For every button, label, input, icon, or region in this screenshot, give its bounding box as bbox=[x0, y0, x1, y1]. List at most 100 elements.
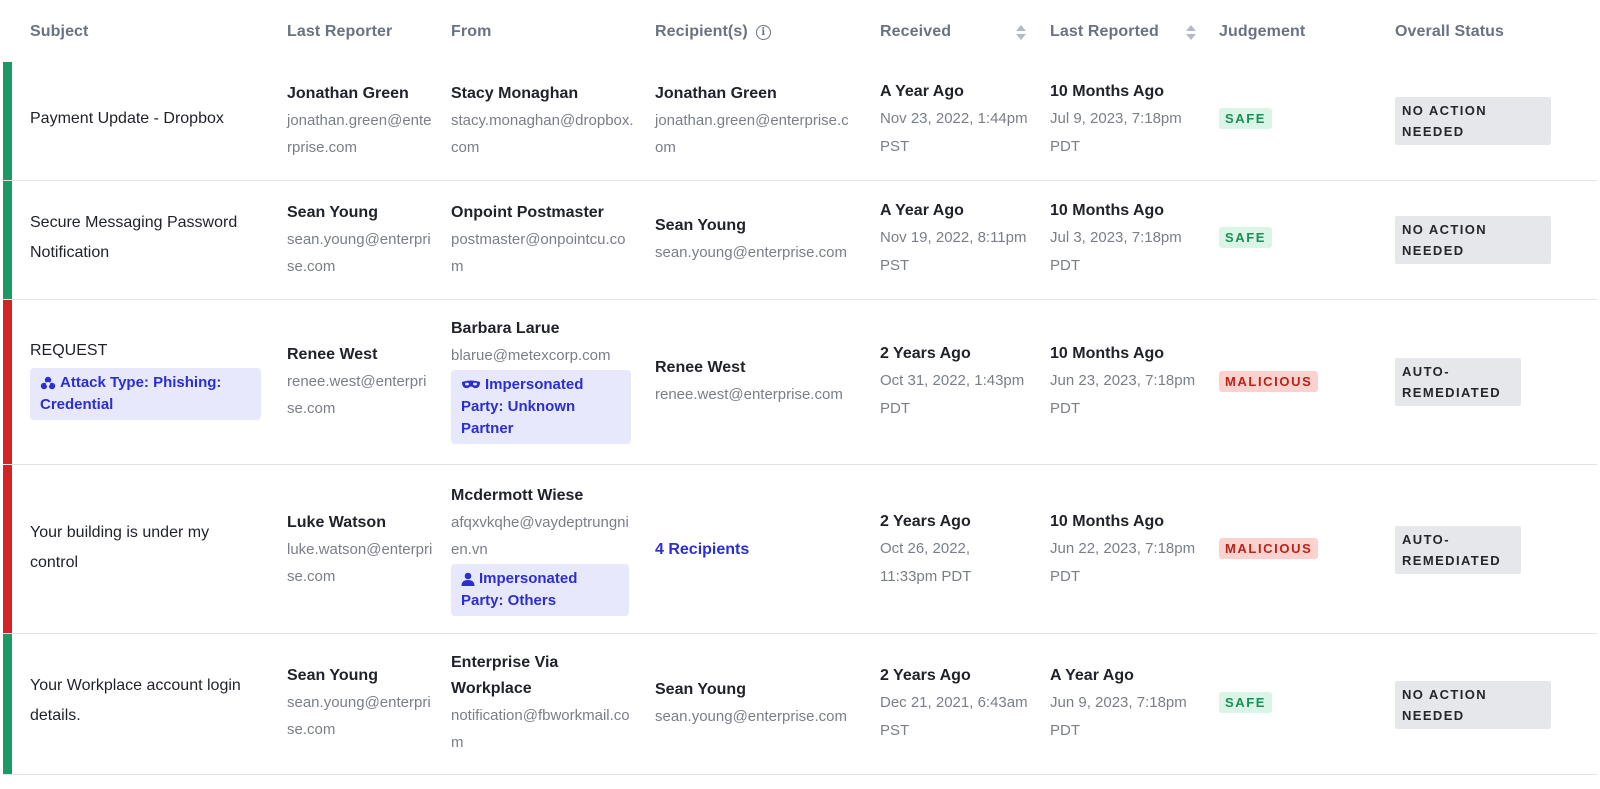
received-timestamp: Oct 31, 2022, 1:43pm PDT bbox=[880, 372, 1025, 417]
reporter-name: Sean Young bbox=[287, 667, 378, 684]
table-row[interactable]: REQUEST Attack Type: Phishing: Credentia… bbox=[3, 300, 1597, 465]
sort-icon[interactable] bbox=[1186, 25, 1196, 40]
table-row[interactable]: Your Workplace account login details. Se… bbox=[3, 634, 1597, 775]
last-reported-timestamp: Jul 9, 2023, 7:18pm PDT bbox=[1050, 110, 1182, 155]
recipient-email: sean.young@enterprise.com bbox=[655, 244, 847, 261]
last-reported-relative: A Year Ago bbox=[1050, 667, 1134, 684]
column-header-last-reported[interactable]: Last Reported bbox=[1050, 2, 1200, 62]
overall-status-badge: AUTO-REMEDIATED bbox=[1395, 526, 1521, 574]
column-header-from-label: From bbox=[451, 23, 492, 40]
overall-status-badge: NO ACTION NEEDED bbox=[1395, 97, 1551, 145]
reported-emails-table: Subject Last Reporter From Recipient(s) … bbox=[3, 2, 1597, 775]
column-header-judgement-label: Judgement bbox=[1219, 23, 1306, 40]
last-reported-timestamp: Jun 9, 2023, 7:18pm PDT bbox=[1050, 694, 1187, 739]
sender-name: Barbara Larue bbox=[451, 320, 560, 337]
status-color-bar bbox=[3, 300, 12, 464]
column-header-last-reporter-label: Last Reporter bbox=[287, 23, 393, 40]
judgement-badge: SAFE bbox=[1219, 108, 1273, 129]
recipient-name: Sean Young bbox=[655, 681, 746, 698]
recipients-link[interactable]: 4 Recipients bbox=[655, 541, 749, 559]
sender-email: blarue@metexcorp.com bbox=[451, 347, 611, 364]
sender-email: notification@fbworkmail.com bbox=[451, 707, 630, 751]
column-header-subject-label: Subject bbox=[30, 23, 89, 40]
status-color-bar bbox=[3, 181, 12, 299]
last-reported-relative: 10 Months Ago bbox=[1050, 83, 1165, 100]
sender-email: afqxvkqhe@vaydeptrungnien.vn bbox=[451, 514, 629, 558]
last-reported-relative: 10 Months Ago bbox=[1050, 345, 1165, 362]
row-subject[interactable]: Payment Update - Dropbox bbox=[30, 104, 260, 134]
received-timestamp: Nov 23, 2022, 1:44pm PST bbox=[880, 110, 1028, 155]
column-header-received[interactable]: Received bbox=[880, 2, 1030, 62]
table-row[interactable]: Payment Update - Dropbox Jonathan Green … bbox=[3, 62, 1597, 181]
recipient-email: renee.west@enterprise.com bbox=[655, 386, 843, 403]
last-reported-timestamp: Jun 22, 2023, 7:18pm PDT bbox=[1050, 540, 1196, 585]
table-row[interactable]: Your building is under my control Luke W… bbox=[3, 465, 1597, 634]
status-color-bar bbox=[3, 634, 12, 774]
last-reported-timestamp: Jul 3, 2023, 7:18pm PDT bbox=[1050, 229, 1182, 274]
reporter-name: Sean Young bbox=[287, 204, 378, 221]
received-relative: A Year Ago bbox=[880, 202, 964, 219]
last-reported-timestamp: Jun 23, 2023, 7:18pm PDT bbox=[1050, 372, 1196, 417]
judgement-badge: SAFE bbox=[1219, 692, 1273, 713]
column-header-subject[interactable]: Subject bbox=[30, 2, 89, 62]
mask-icon bbox=[462, 380, 480, 389]
attack-type-label: Attack Type: Phishing: Credential bbox=[40, 374, 222, 413]
received-relative: 2 Years Ago bbox=[880, 345, 971, 362]
reporter-name: Luke Watson bbox=[287, 514, 386, 531]
reporter-email: renee.west@enterprise.com bbox=[287, 373, 427, 417]
person-icon bbox=[461, 572, 475, 587]
column-header-overall-status-label: Overall Status bbox=[1395, 23, 1505, 40]
recipient-email: sean.young@enterprise.com bbox=[655, 708, 847, 725]
status-color-bar bbox=[3, 465, 12, 633]
column-header-recipients[interactable]: Recipient(s) i bbox=[655, 2, 771, 62]
reporter-email: sean.young@enterprise.com bbox=[287, 231, 431, 275]
table-row[interactable]: Secure Messaging Password Notification S… bbox=[3, 181, 1597, 300]
attack-type-tag[interactable]: Attack Type: Phishing: Credential bbox=[30, 368, 261, 420]
overall-status-badge: NO ACTION NEEDED bbox=[1395, 216, 1551, 264]
overall-status-badge: NO ACTION NEEDED bbox=[1395, 681, 1551, 729]
recipient-name: Sean Young bbox=[655, 217, 746, 234]
status-color-bar bbox=[3, 62, 12, 180]
sender-name: Enterprise Via Workplace bbox=[451, 654, 559, 697]
table-header: Subject Last Reporter From Recipient(s) … bbox=[3, 2, 1597, 63]
judgement-badge: MALICIOUS bbox=[1219, 538, 1319, 559]
received-timestamp: Nov 19, 2022, 8:11pm PST bbox=[880, 229, 1027, 274]
sender-email: stacy.monaghan@dropbox.com bbox=[451, 112, 634, 156]
sender-email: postmaster@onpointcu.com bbox=[451, 231, 626, 275]
judgement-badge: SAFE bbox=[1219, 227, 1273, 248]
judgement-badge: MALICIOUS bbox=[1219, 371, 1319, 392]
received-relative: A Year Ago bbox=[880, 83, 964, 100]
row-subject[interactable]: REQUEST bbox=[30, 336, 261, 366]
column-header-from[interactable]: From bbox=[451, 2, 491, 62]
received-relative: 2 Years Ago bbox=[880, 513, 971, 530]
reporter-name: Renee West bbox=[287, 346, 378, 363]
sender-name: Onpoint Postmaster bbox=[451, 204, 604, 221]
impersonated-party-label: Impersonated Party: Others bbox=[461, 570, 578, 609]
column-header-judgement[interactable]: Judgement bbox=[1219, 2, 1305, 62]
last-reported-relative: 10 Months Ago bbox=[1050, 513, 1165, 530]
reporter-name: Jonathan Green bbox=[287, 85, 409, 102]
recipient-name: Jonathan Green bbox=[655, 85, 777, 102]
row-subject[interactable]: Your Workplace account login details. bbox=[30, 671, 266, 731]
last-reported-relative: 10 Months Ago bbox=[1050, 202, 1165, 219]
received-timestamp: Dec 21, 2021, 6:43am PST bbox=[880, 694, 1028, 739]
column-header-overall-status[interactable]: Overall Status bbox=[1395, 2, 1504, 62]
impersonated-party-tag[interactable]: Impersonated Party: Others bbox=[451, 564, 629, 616]
sort-icon[interactable] bbox=[1016, 25, 1026, 40]
received-timestamp: Oct 26, 2022, 11:33pm PDT bbox=[880, 540, 972, 585]
column-header-recipients-label: Recipient(s) bbox=[655, 23, 748, 40]
column-header-last-reporter[interactable]: Last Reporter bbox=[287, 2, 392, 62]
column-header-last-reported-label: Last Reported bbox=[1050, 23, 1159, 40]
info-icon[interactable]: i bbox=[755, 24, 771, 40]
reporter-email: jonathan.green@enterprise.com bbox=[287, 112, 432, 156]
sender-name: Mcdermott Wiese bbox=[451, 487, 584, 504]
row-subject[interactable]: Your building is under my control bbox=[30, 518, 255, 578]
biohazard-icon bbox=[40, 376, 56, 390]
reporter-email: sean.young@enterprise.com bbox=[287, 694, 431, 738]
recipient-name: Renee West bbox=[655, 359, 746, 376]
impersonated-party-tag[interactable]: Impersonated Party: Unknown Partner bbox=[451, 370, 631, 444]
reporter-email: luke.watson@enterprise.com bbox=[287, 541, 433, 585]
recipient-email: jonathan.green@enterprise.com bbox=[655, 112, 849, 156]
overall-status-badge: AUTO-REMEDIATED bbox=[1395, 358, 1521, 406]
row-subject[interactable]: Secure Messaging Password Notification bbox=[30, 208, 260, 268]
